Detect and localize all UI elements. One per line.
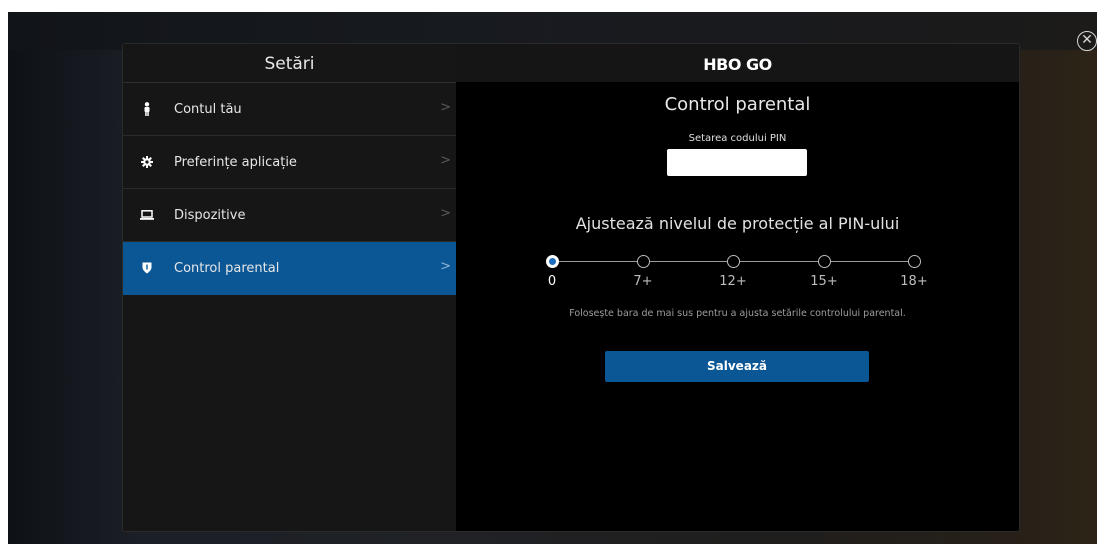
slider-stop-18[interactable] bbox=[908, 255, 921, 268]
laptop-icon bbox=[140, 210, 154, 220]
chevron-right-icon: > bbox=[440, 259, 451, 274]
sidebar-item-label: Contul tău bbox=[174, 101, 242, 117]
pin-label: Setarea codului PIN bbox=[688, 133, 787, 144]
shield-icon bbox=[140, 262, 154, 274]
settings-modal: Setări Contul tău > Preferințe aplicație… bbox=[122, 43, 1020, 532]
protection-level-title: Ajustează nivelul de protecție al PIN-ul… bbox=[575, 214, 900, 233]
settings-sidebar: Setări Contul tău > Preferințe aplicație… bbox=[123, 44, 456, 531]
slider-label-0: 0 bbox=[547, 274, 557, 289]
slider-label-7: 7+ bbox=[633, 274, 653, 289]
chevron-right-icon: > bbox=[440, 153, 451, 168]
slider-stop-0[interactable] bbox=[546, 255, 559, 268]
chevron-right-icon: > bbox=[440, 100, 451, 115]
protection-level-slider[interactable]: 0 7+ 12+ 15+ 18+ bbox=[546, 254, 928, 294]
slider-hint: Folosește bara de mai sus pentru a ajust… bbox=[569, 308, 906, 319]
sidebar-item-label: Preferințe aplicație bbox=[174, 154, 297, 170]
slider-label-15: 15+ bbox=[810, 274, 838, 289]
pin-input[interactable] bbox=[667, 149, 807, 176]
close-icon[interactable]: ✕ bbox=[1077, 31, 1097, 51]
chevron-right-icon: > bbox=[440, 206, 451, 221]
person-icon bbox=[140, 102, 154, 116]
sidebar-item-label: Control parental bbox=[174, 260, 280, 276]
slider-stop-7[interactable] bbox=[637, 255, 650, 268]
slider-label-12: 12+ bbox=[719, 274, 747, 289]
sidebar-item-account[interactable]: Contul tău > bbox=[123, 83, 456, 136]
top-bar: HBO GO bbox=[456, 44, 1019, 82]
sidebar-item-label: Dispozitive bbox=[174, 207, 246, 223]
sidebar-item-preferences[interactable]: Preferințe aplicație > bbox=[123, 136, 456, 189]
hbo-go-logo: HBO GO bbox=[703, 55, 772, 74]
sidebar-item-parental-control[interactable]: Control parental > bbox=[123, 242, 456, 295]
page-title: Control parental bbox=[664, 94, 811, 115]
save-button[interactable]: Salvează bbox=[605, 351, 869, 382]
slider-stop-12[interactable] bbox=[727, 255, 740, 268]
slider-label-18: 18+ bbox=[900, 274, 928, 289]
parental-control-panel: Control parental Setarea codului PIN Aju… bbox=[456, 82, 1019, 531]
sidebar-item-devices[interactable]: Dispozitive > bbox=[123, 189, 456, 242]
slider-stop-15[interactable] bbox=[818, 255, 831, 268]
sidebar-title: Setări bbox=[123, 44, 456, 83]
gear-icon bbox=[140, 156, 154, 168]
